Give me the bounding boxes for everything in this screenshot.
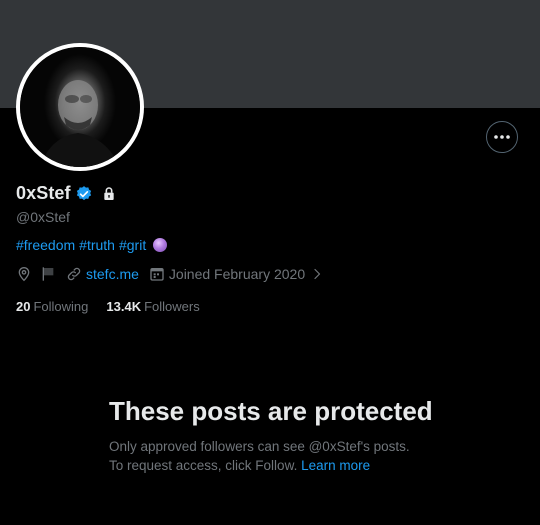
location-item	[16, 266, 56, 282]
verified-badge-icon[interactable]	[75, 185, 93, 203]
profile-bio: #freedom #truth #grit	[16, 237, 168, 253]
calendar-icon	[150, 268, 164, 281]
following-count: 20	[16, 299, 31, 314]
following-label: Following	[33, 299, 89, 314]
follow-stats: 20 Following 13.4K Followers	[16, 299, 200, 314]
following-link[interactable]: 20 Following	[16, 299, 88, 314]
protected-description: Only approved followers can see @0xStef'…	[109, 437, 469, 475]
lock-icon	[103, 186, 114, 200]
joined-date: Joined February 2020	[168, 266, 306, 282]
protected-line-1: Only approved followers can see @0xStef'…	[109, 439, 410, 454]
hashtag-grit[interactable]: #grit	[119, 237, 146, 253]
name-row: 0xStef	[16, 183, 117, 204]
chevron-right-icon[interactable]	[311, 268, 323, 280]
profile-handle: @0xStef	[16, 209, 70, 225]
location-icon	[18, 266, 30, 282]
flag-icon	[42, 267, 54, 281]
more-icon	[494, 135, 510, 139]
hashtag-freedom[interactable]: #freedom	[16, 237, 75, 253]
protected-notice: These posts are protected Only approved …	[109, 396, 469, 475]
hashtag-truth[interactable]: #truth	[79, 237, 115, 253]
website-item[interactable]: stefc.me	[66, 266, 139, 282]
followers-count: 13.4K	[106, 299, 142, 314]
link-icon	[67, 267, 81, 281]
profile-avatar[interactable]	[16, 43, 144, 171]
joined-item[interactable]: Joined February 2020	[149, 266, 323, 282]
followers-label: Followers	[144, 299, 200, 314]
protected-title: These posts are protected	[109, 396, 433, 426]
learn-more-link[interactable]: Learn more	[301, 458, 370, 473]
more-options-button[interactable]	[486, 121, 518, 153]
crystal-ball-emoji-icon	[153, 238, 168, 252]
protected-line-2: To request access, click Follow.	[109, 458, 298, 473]
website-link[interactable]: stefc.me	[86, 266, 139, 282]
avatar-photo	[20, 47, 140, 167]
followers-link[interactable]: 13.4K Followers	[106, 299, 199, 314]
profile-meta-row: stefc.me Joined February 2020	[16, 266, 333, 282]
display-name: 0xStef	[16, 183, 71, 203]
